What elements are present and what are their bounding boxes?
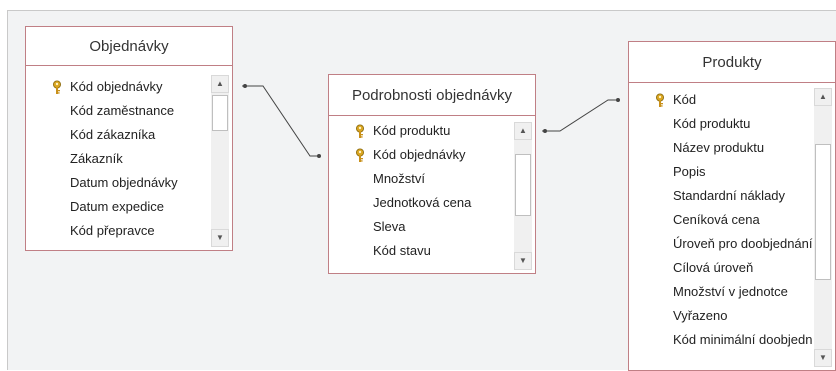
table-title[interactable]: Podrobnosti objednávky (329, 75, 535, 116)
relationship-line-podrobnosti-produkty (542, 99, 619, 132)
field-label: Kód produktu (673, 116, 751, 131)
key-icon (355, 147, 365, 162)
field-label: Vyřazeno (673, 308, 728, 323)
key-icon (355, 123, 365, 138)
field-row[interactable]: Datum objednávky (26, 171, 210, 195)
field-row[interactable]: Sleva (329, 215, 513, 239)
field-row[interactable]: Datum expedice (26, 195, 210, 219)
key-icon (52, 79, 62, 94)
field-label: Popis (673, 164, 706, 179)
field-label: Kód zaměstnance (70, 103, 175, 118)
field-row[interactable]: Jednotková cena (329, 191, 513, 215)
field-label: Název produktu (673, 140, 765, 155)
field-row[interactable]: Zákazník (26, 147, 210, 171)
field-row[interactable]: Kód minimální doobjednávky (629, 328, 813, 352)
field-row[interactable]: Kód produktu (629, 112, 813, 136)
field-label: Množství (373, 171, 426, 186)
field-row[interactable]: Cílová úroveň (629, 256, 813, 280)
field-row[interactable]: Název produktu (629, 136, 813, 160)
field-row[interactable]: Popis (629, 160, 813, 184)
field-label: Kód produktu (373, 123, 451, 138)
scrollbar[interactable]: ▲ ▼ (514, 122, 532, 270)
field-label: Datum objednávky (70, 175, 178, 190)
field-row[interactable]: Vyřazeno (629, 304, 813, 328)
scrollbar-thumb[interactable] (515, 154, 531, 216)
field-label: Jednotková cena (373, 195, 472, 210)
table-objednavky[interactable]: Objednávky Kód objednávky Kód zaměstnance… (25, 26, 233, 251)
relationship-line-objednavky-podrobnosti (242, 85, 320, 157)
field-row[interactable]: Kód (629, 88, 813, 112)
relationship-endpoint (616, 98, 620, 102)
field-label: Kód stavu (373, 243, 431, 258)
relationship-endpoint (543, 129, 547, 133)
field-label: Kód objednávky (373, 147, 466, 162)
scroll-down-arrow-icon[interactable]: ▼ (514, 252, 532, 270)
table-title[interactable]: Produkty (629, 42, 835, 83)
field-list: Kód produktu Kód objednávky Množství Jednot… (329, 119, 513, 273)
field-label: Úroveň pro doobjednání (673, 236, 813, 251)
field-row[interactable]: Kód přepravce (26, 219, 210, 243)
scrollbar-thumb[interactable] (212, 95, 228, 131)
field-label: Kód zákazníka (70, 127, 156, 142)
field-list: Kód Kód produktu Název produktu Popis Standa… (629, 88, 813, 370)
relationship-endpoint (317, 154, 321, 158)
field-label: Standardní náklady (673, 188, 786, 203)
key-icon (655, 92, 665, 107)
field-row[interactable]: Kód objednávky (329, 143, 513, 167)
field-label: Cílová úroveň (673, 260, 754, 275)
table-podrobnosti-objednavky[interactable]: Podrobnosti objednávky Kód produktu Kód o… (328, 74, 536, 274)
field-label: Kód objednávky (70, 79, 163, 94)
field-label: Ceníková cena (673, 212, 760, 227)
field-row[interactable]: Ceníková cena (629, 208, 813, 232)
field-row[interactable]: Kód zaměstnance (26, 99, 210, 123)
scroll-down-arrow-icon[interactable]: ▼ (814, 349, 832, 367)
scroll-up-arrow-icon[interactable]: ▲ (514, 122, 532, 140)
table-title[interactable]: Objednávky (26, 27, 232, 66)
field-row[interactable]: Standardní náklady (629, 184, 813, 208)
scrollbar[interactable]: ▲ ▼ (814, 88, 832, 367)
field-label: Kód minimální doobjednávky (673, 332, 813, 347)
scrollbar[interactable]: ▲ ▼ (211, 75, 229, 247)
field-label: Zákazník (70, 151, 123, 166)
field-list: Kód objednávky Kód zaměstnance Kód zákazní… (26, 75, 210, 250)
field-row[interactable]: Úroveň pro doobjednání (629, 232, 813, 256)
field-label: Sleva (373, 219, 406, 234)
table-produkty[interactable]: Produkty Kód Kód produktu Název produktu Po… (628, 41, 836, 371)
field-label: Množství v jednotce (673, 284, 788, 299)
field-row[interactable]: Množství (329, 167, 513, 191)
relationships-canvas[interactable]: Objednávky Kód objednávky Kód zaměstnance… (7, 10, 836, 371)
field-row[interactable]: Množství v jednotce (629, 280, 813, 304)
field-row[interactable]: Kód objednávky (26, 75, 210, 99)
field-row[interactable]: Kód stavu (329, 239, 513, 263)
field-row[interactable]: Kód zákazníka (26, 123, 210, 147)
field-label: Datum expedice (70, 199, 164, 214)
relationship-endpoint (243, 84, 247, 88)
field-label: Kód (673, 92, 697, 107)
field-row[interactable]: Kód produktu (329, 119, 513, 143)
scroll-down-arrow-icon[interactable]: ▼ (211, 229, 229, 247)
scroll-up-arrow-icon[interactable]: ▲ (211, 75, 229, 93)
scroll-up-arrow-icon[interactable]: ▲ (814, 88, 832, 106)
field-label: Kód přepravce (70, 223, 155, 238)
scrollbar-thumb[interactable] (815, 144, 831, 280)
